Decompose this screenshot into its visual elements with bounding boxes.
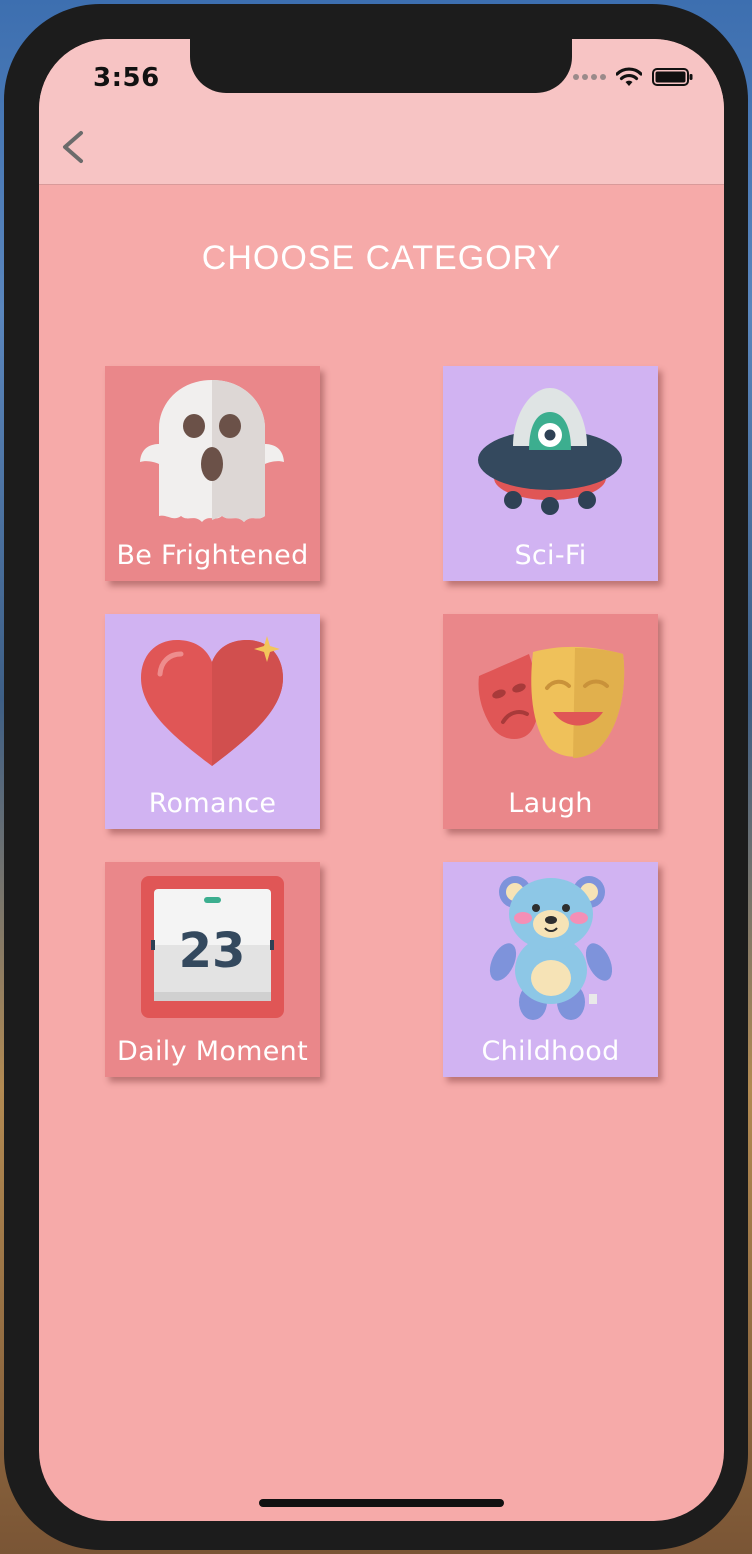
page-title: CHOOSE CATEGORY: [201, 239, 562, 277]
status-indicators: [573, 67, 694, 87]
category-tile-laugh[interactable]: Laugh: [443, 614, 658, 829]
category-label: Daily Moment: [117, 1036, 308, 1067]
ghost-icon: [140, 380, 284, 522]
camera-notch: [190, 39, 572, 93]
theater-masks-icon: [478, 646, 625, 758]
calendar-icon: 23: [141, 876, 284, 1018]
app-screen: 3:56 CHOOSE CATEGORY Be Frightened Sci-F…: [39, 39, 724, 1521]
teddy-bear-icon: [489, 876, 613, 1020]
back-button[interactable]: [55, 125, 91, 169]
wifi-icon: [616, 67, 642, 86]
signal-icon: [573, 74, 606, 80]
status-time: 3:56: [93, 63, 160, 93]
category-label: Laugh: [508, 788, 593, 819]
category-tile-romance[interactable]: Romance: [105, 614, 320, 829]
category-label: Romance: [148, 788, 277, 819]
category-label: Childhood: [481, 1036, 620, 1067]
category-tile-sci-fi[interactable]: Sci-Fi: [443, 366, 658, 581]
ufo-icon: [478, 388, 622, 515]
battery-icon: [652, 68, 693, 86]
device-frame: 3:56 CHOOSE CATEGORY Be Frightened Sci-F…: [4, 4, 748, 1550]
home-indicator[interactable]: [259, 1499, 504, 1507]
category-tile-be-frightened[interactable]: Be Frightened: [105, 366, 320, 581]
category-label: Be Frightened: [116, 540, 309, 571]
category-tile-daily-moment[interactable]: 23 Daily Moment: [105, 862, 320, 1077]
heart-icon: [141, 636, 283, 766]
calendar-day-number: 23: [179, 923, 246, 979]
chevron-left-icon: [63, 131, 83, 163]
category-label: Sci-Fi: [514, 540, 587, 571]
category-tile-childhood[interactable]: Childhood: [443, 862, 658, 1077]
